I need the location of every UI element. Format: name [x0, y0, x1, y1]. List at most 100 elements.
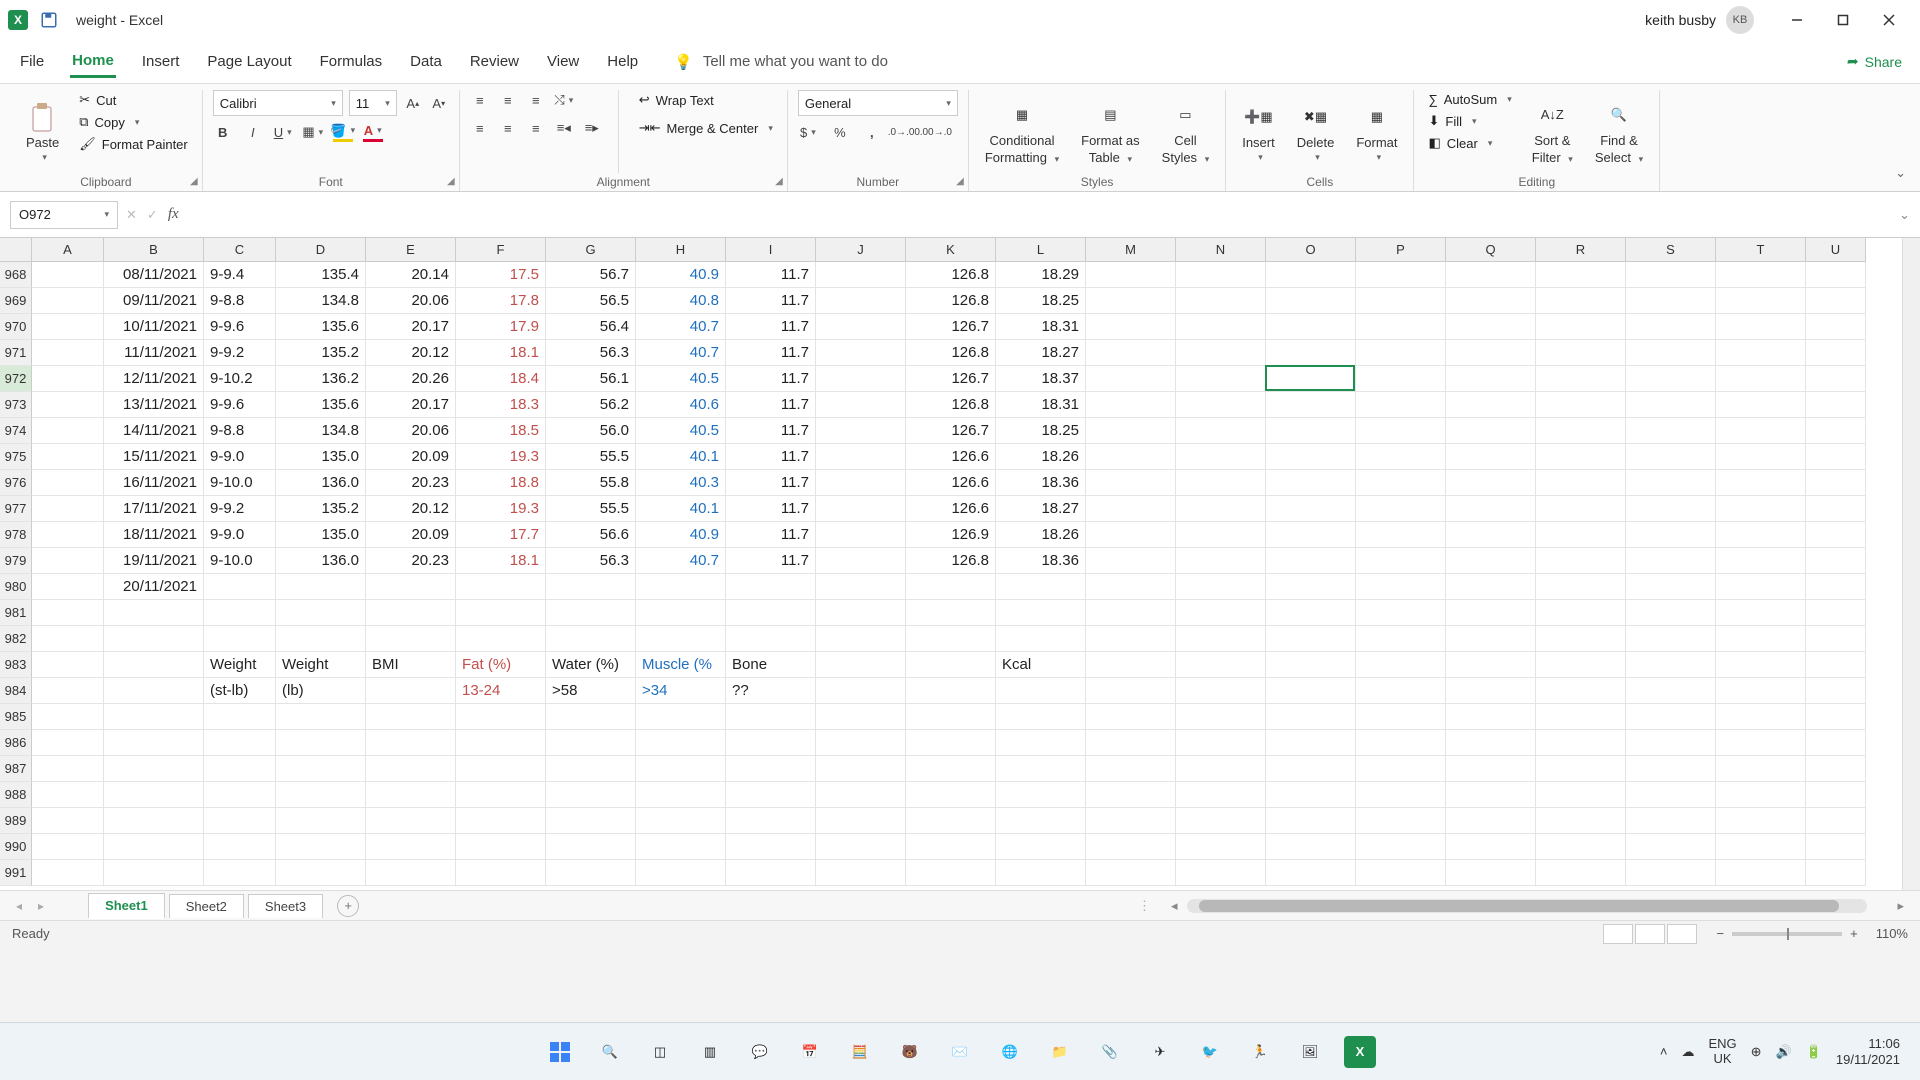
increase-indent-icon[interactable]: ≡▸ — [582, 118, 602, 138]
cell[interactable]: 18.3 — [456, 392, 546, 418]
cell[interactable] — [996, 600, 1086, 626]
cell[interactable] — [1806, 756, 1866, 782]
cell[interactable] — [1626, 392, 1716, 418]
cell[interactable] — [816, 782, 906, 808]
cell[interactable] — [906, 652, 996, 678]
cell[interactable] — [546, 626, 636, 652]
cell[interactable] — [32, 366, 104, 392]
cell[interactable]: 9-9.6 — [204, 314, 276, 340]
cell[interactable] — [204, 834, 276, 860]
cell[interactable] — [816, 444, 906, 470]
cell[interactable]: 09/11/2021 — [104, 288, 204, 314]
cell[interactable] — [1626, 574, 1716, 600]
cell[interactable]: 14/11/2021 — [104, 418, 204, 444]
cell[interactable] — [1266, 860, 1356, 886]
sheet-nav-prev[interactable]: ◂ — [10, 899, 28, 913]
cell[interactable] — [1716, 392, 1806, 418]
cell[interactable] — [32, 860, 104, 886]
cell[interactable] — [1176, 470, 1266, 496]
cell[interactable] — [1446, 496, 1536, 522]
cell[interactable] — [456, 600, 546, 626]
cell[interactable] — [636, 834, 726, 860]
edge-icon[interactable]: 🌐 — [994, 1036, 1026, 1068]
cell[interactable]: 18.37 — [996, 366, 1086, 392]
cell[interactable] — [1086, 496, 1176, 522]
cell[interactable] — [1356, 860, 1446, 886]
cell[interactable] — [1626, 782, 1716, 808]
cell[interactable] — [1626, 626, 1716, 652]
cell[interactable] — [1176, 860, 1266, 886]
cell[interactable] — [32, 262, 104, 288]
zoom-level[interactable]: 110% — [1876, 926, 1908, 941]
cell[interactable]: 18.26 — [996, 522, 1086, 548]
cell[interactable] — [456, 704, 546, 730]
cell[interactable] — [1086, 522, 1176, 548]
cell[interactable] — [726, 574, 816, 600]
cell[interactable]: 40.1 — [636, 444, 726, 470]
cell[interactable] — [1086, 392, 1176, 418]
merge-center-button[interactable]: ⇥⇤Merge & Center▾ — [635, 118, 777, 138]
autosum-button[interactable]: ∑AutoSum▾ — [1424, 90, 1515, 109]
cell[interactable] — [1446, 834, 1536, 860]
cell[interactable] — [906, 704, 996, 730]
cell[interactable]: 20.14 — [366, 262, 456, 288]
cell[interactable] — [636, 860, 726, 886]
cell[interactable] — [1356, 522, 1446, 548]
cell[interactable] — [1266, 262, 1356, 288]
cell[interactable] — [1176, 262, 1266, 288]
menu-view[interactable]: View — [545, 47, 581, 76]
cell[interactable]: Weight — [276, 652, 366, 678]
cell[interactable] — [1356, 314, 1446, 340]
cell[interactable] — [816, 340, 906, 366]
cell[interactable] — [32, 418, 104, 444]
cell[interactable] — [636, 704, 726, 730]
cell[interactable] — [996, 704, 1086, 730]
cell[interactable] — [366, 704, 456, 730]
cell[interactable]: 18.1 — [456, 340, 546, 366]
cell[interactable]: 11.7 — [726, 288, 816, 314]
cell[interactable] — [204, 808, 276, 834]
cell[interactable]: 126.8 — [906, 392, 996, 418]
align-center-icon[interactable]: ≡ — [498, 118, 518, 138]
cell[interactable] — [32, 756, 104, 782]
zoom-in-button[interactable]: + — [1850, 926, 1858, 941]
cell[interactable] — [1626, 860, 1716, 886]
cell[interactable]: 11.7 — [726, 262, 816, 288]
cell[interactable] — [546, 574, 636, 600]
col-header-D[interactable]: D — [276, 238, 366, 262]
cell[interactable] — [906, 808, 996, 834]
cell[interactable]: 18.36 — [996, 470, 1086, 496]
cell[interactable] — [546, 808, 636, 834]
cell[interactable]: 40.7 — [636, 340, 726, 366]
cell[interactable] — [1716, 366, 1806, 392]
cell[interactable] — [1356, 496, 1446, 522]
horizontal-scrollbar[interactable] — [1187, 899, 1867, 913]
cell[interactable]: Fat (%) — [456, 652, 546, 678]
cell[interactable] — [366, 808, 456, 834]
cell[interactable]: >58 — [546, 678, 636, 704]
col-header-I[interactable]: I — [726, 238, 816, 262]
cell[interactable] — [104, 756, 204, 782]
cell[interactable] — [1806, 392, 1866, 418]
cell[interactable] — [1446, 522, 1536, 548]
app-icon-3[interactable]: 🐦 — [1194, 1036, 1226, 1068]
cell[interactable] — [1536, 288, 1626, 314]
cell[interactable] — [32, 340, 104, 366]
cell[interactable]: 11.7 — [726, 548, 816, 574]
cell[interactable] — [1536, 340, 1626, 366]
menu-home[interactable]: Home — [70, 46, 116, 78]
cell[interactable] — [1176, 678, 1266, 704]
cell[interactable] — [276, 626, 366, 652]
formula-expand-button[interactable]: ⌄ — [1899, 207, 1910, 223]
cell[interactable]: 20.17 — [366, 314, 456, 340]
cell[interactable] — [1356, 730, 1446, 756]
cell[interactable]: 126.6 — [906, 470, 996, 496]
cell[interactable] — [1086, 782, 1176, 808]
cell[interactable] — [1356, 288, 1446, 314]
row-header-980[interactable]: 980 — [0, 574, 32, 600]
cell[interactable] — [1806, 626, 1866, 652]
cell[interactable] — [366, 574, 456, 600]
cell[interactable]: 13/11/2021 — [104, 392, 204, 418]
row-header-973[interactable]: 973 — [0, 392, 32, 418]
hscroll-left[interactable]: ◂ — [1165, 898, 1184, 914]
